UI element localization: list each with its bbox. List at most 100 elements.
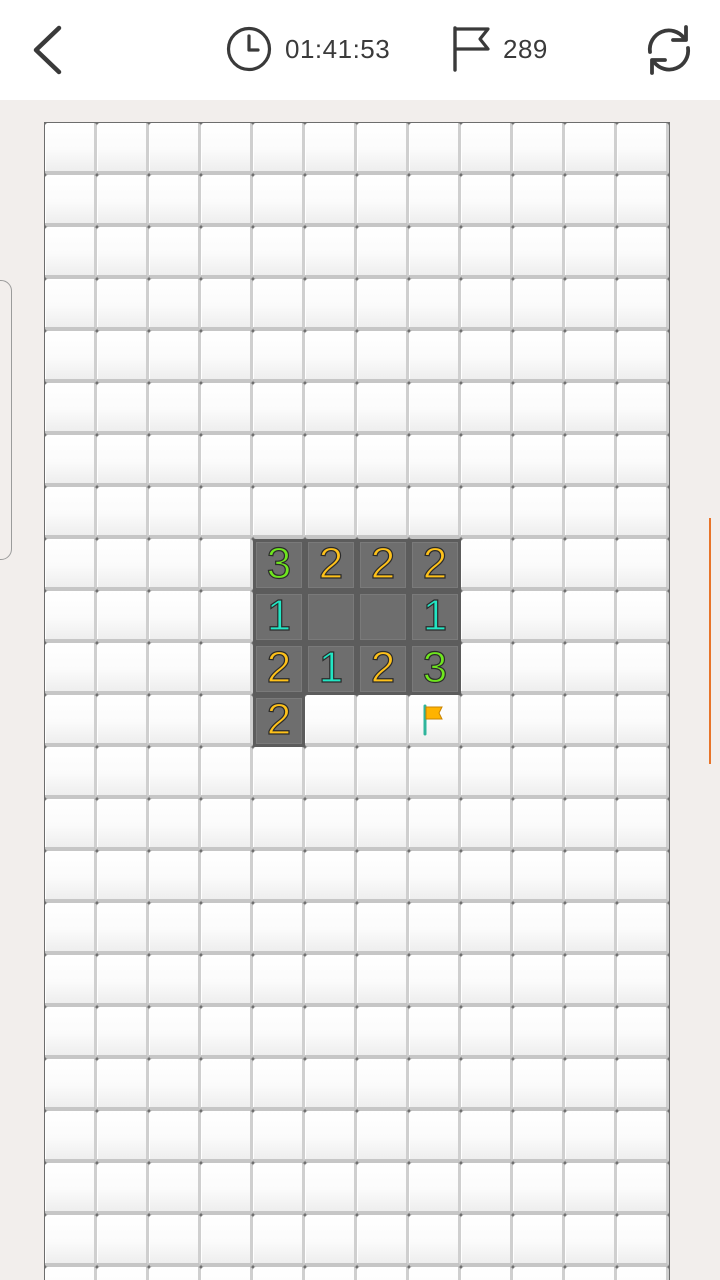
hidden-cell[interactable] <box>513 1163 565 1215</box>
hidden-cell[interactable] <box>97 1163 149 1215</box>
revealed-cell-empty[interactable] <box>305 591 357 643</box>
hidden-cell[interactable] <box>617 591 669 643</box>
hidden-cell[interactable] <box>513 591 565 643</box>
hidden-cell[interactable] <box>565 955 617 1007</box>
hidden-cell[interactable] <box>461 747 513 799</box>
hidden-cell[interactable] <box>97 1007 149 1059</box>
hidden-cell[interactable] <box>357 1111 409 1163</box>
hidden-cell[interactable] <box>201 539 253 591</box>
hidden-cell[interactable] <box>97 539 149 591</box>
hidden-cell[interactable] <box>45 695 97 747</box>
hidden-cell[interactable] <box>45 1059 97 1111</box>
hidden-cell[interactable] <box>253 1059 305 1111</box>
flagged-cell[interactable] <box>409 695 461 747</box>
hidden-cell[interactable] <box>565 1215 617 1267</box>
hidden-cell[interactable] <box>253 1163 305 1215</box>
hidden-cell[interactable] <box>461 903 513 955</box>
hidden-cell[interactable] <box>305 1007 357 1059</box>
hidden-cell[interactable] <box>565 591 617 643</box>
hidden-cell[interactable] <box>617 227 669 279</box>
hidden-cell[interactable] <box>617 383 669 435</box>
hidden-cell[interactable] <box>357 1215 409 1267</box>
hidden-cell[interactable] <box>149 955 201 1007</box>
hidden-cell[interactable] <box>461 591 513 643</box>
hidden-cell[interactable] <box>305 1215 357 1267</box>
hidden-cell[interactable] <box>513 851 565 903</box>
hidden-cell[interactable] <box>305 487 357 539</box>
hidden-cell[interactable] <box>253 1007 305 1059</box>
hidden-cell[interactable] <box>617 799 669 851</box>
hidden-cell[interactable] <box>97 747 149 799</box>
hidden-cell[interactable] <box>253 1111 305 1163</box>
hidden-cell[interactable] <box>97 123 149 175</box>
hidden-cell[interactable] <box>305 1163 357 1215</box>
hidden-cell[interactable] <box>409 1111 461 1163</box>
hidden-cell[interactable] <box>45 851 97 903</box>
hidden-cell[interactable] <box>201 123 253 175</box>
hidden-cell[interactable] <box>513 331 565 383</box>
hidden-cell[interactable] <box>513 955 565 1007</box>
hidden-cell[interactable] <box>357 851 409 903</box>
hidden-cell[interactable] <box>97 487 149 539</box>
revealed-cell-number[interactable]: 1 <box>305 643 357 695</box>
revealed-cell-number[interactable]: 2 <box>357 643 409 695</box>
revealed-cell-number[interactable]: 1 <box>409 591 461 643</box>
hidden-cell[interactable] <box>253 487 305 539</box>
hidden-cell[interactable] <box>617 747 669 799</box>
hidden-cell[interactable] <box>253 1215 305 1267</box>
hidden-cell[interactable] <box>461 435 513 487</box>
hidden-cell[interactable] <box>149 799 201 851</box>
hidden-cell[interactable] <box>357 175 409 227</box>
hidden-cell[interactable] <box>201 1215 253 1267</box>
hidden-cell[interactable] <box>45 799 97 851</box>
hidden-cell[interactable] <box>149 279 201 331</box>
hidden-cell[interactable] <box>461 1007 513 1059</box>
hidden-cell[interactable] <box>357 1267 409 1280</box>
hidden-cell[interactable] <box>513 1059 565 1111</box>
hidden-cell[interactable] <box>201 799 253 851</box>
revealed-cell-empty[interactable] <box>357 591 409 643</box>
hidden-cell[interactable] <box>357 1059 409 1111</box>
hidden-cell[interactable] <box>409 279 461 331</box>
hidden-cell[interactable] <box>617 279 669 331</box>
hidden-cell[interactable] <box>149 851 201 903</box>
hidden-cell[interactable] <box>513 435 565 487</box>
hidden-cell[interactable] <box>565 123 617 175</box>
hidden-cell[interactable] <box>201 1111 253 1163</box>
revealed-cell-number[interactable]: 3 <box>409 643 461 695</box>
hidden-cell[interactable] <box>461 955 513 1007</box>
hidden-cell[interactable] <box>253 903 305 955</box>
hidden-cell[interactable] <box>97 955 149 1007</box>
hidden-cell[interactable] <box>565 1059 617 1111</box>
hidden-cell[interactable] <box>565 331 617 383</box>
hidden-cell[interactable] <box>253 279 305 331</box>
back-button[interactable] <box>24 22 74 78</box>
hidden-cell[interactable] <box>357 1163 409 1215</box>
hidden-cell[interactable] <box>45 903 97 955</box>
hidden-cell[interactable] <box>565 1163 617 1215</box>
hidden-cell[interactable] <box>45 487 97 539</box>
hidden-cell[interactable] <box>357 747 409 799</box>
hidden-cell[interactable] <box>97 799 149 851</box>
hidden-cell[interactable] <box>409 383 461 435</box>
hidden-cell[interactable] <box>357 695 409 747</box>
hidden-cell[interactable] <box>409 487 461 539</box>
hidden-cell[interactable] <box>45 955 97 1007</box>
hidden-cell[interactable] <box>617 1007 669 1059</box>
hidden-cell[interactable] <box>461 227 513 279</box>
hidden-cell[interactable] <box>357 487 409 539</box>
hidden-cell[interactable] <box>305 175 357 227</box>
hidden-cell[interactable] <box>149 123 201 175</box>
hidden-cell[interactable] <box>305 747 357 799</box>
hidden-cell[interactable] <box>461 539 513 591</box>
hidden-cell[interactable] <box>201 227 253 279</box>
hidden-cell[interactable] <box>617 1111 669 1163</box>
hidden-cell[interactable] <box>253 799 305 851</box>
hidden-cell[interactable] <box>97 1215 149 1267</box>
hidden-cell[interactable] <box>45 539 97 591</box>
hidden-cell[interactable] <box>565 1007 617 1059</box>
hidden-cell[interactable] <box>45 227 97 279</box>
hidden-cell[interactable] <box>97 695 149 747</box>
hidden-cell[interactable] <box>97 1059 149 1111</box>
hidden-cell[interactable] <box>253 955 305 1007</box>
